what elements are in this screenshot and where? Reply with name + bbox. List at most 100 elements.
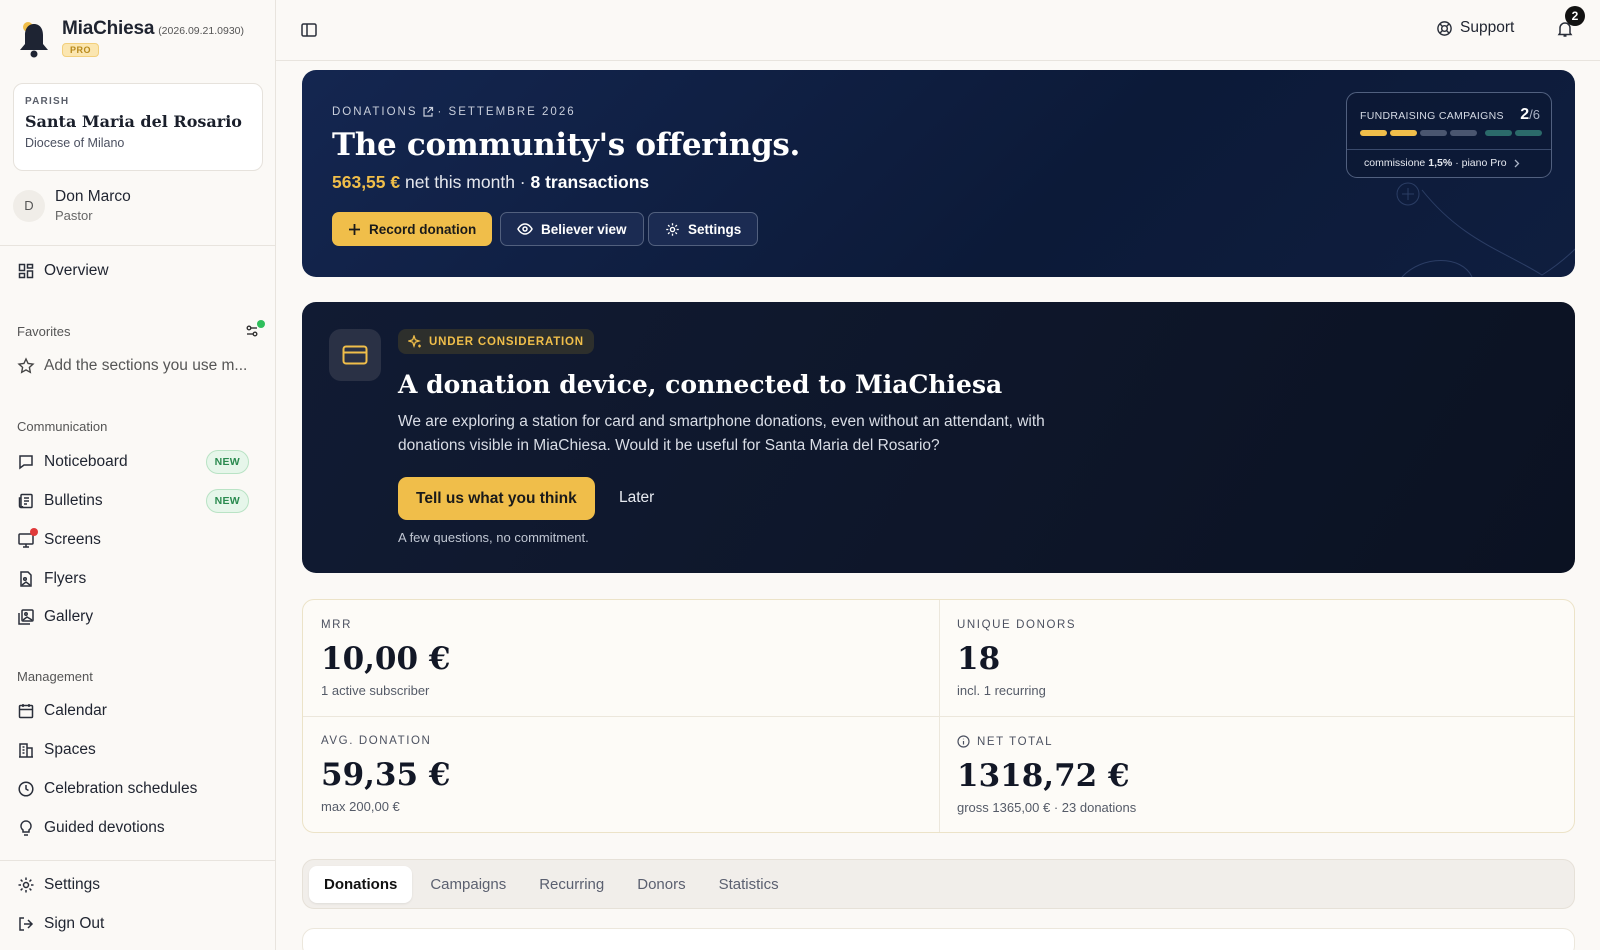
parish-diocese: Diocese of Milano [25,136,125,150]
hero-period: · SETTEMBRE 2026 [437,106,576,118]
notifications-button[interactable]: 2 [1556,6,1585,38]
stat-mrr: MRR 10,00 € 1 active subscriber [303,600,939,717]
campaigns-progress [1360,130,1542,136]
images-icon [17,608,35,626]
believer-view-button[interactable]: Believer view [500,212,644,246]
sidebar: MiaChiesa (2026.09.21.0930) PRO PARISH Sa… [0,0,276,950]
tab-recurring[interactable]: Recurring [524,866,619,903]
user-profile[interactable]: D Don Marco Pastor [13,188,131,223]
app-name: MiaChiesa [62,18,155,39]
tell-us-button[interactable]: Tell us what you think [398,477,595,520]
grid-icon [17,262,35,280]
nav-sign-out-label: Sign Out [44,915,105,932]
tab-campaigns[interactable]: Campaigns [415,866,521,903]
message-icon [17,453,35,471]
nav-gallery-label: Gallery [44,608,94,625]
believer-view-label: Believer view [541,221,627,237]
sidebar-toggle-icon[interactable] [300,21,318,39]
nav-overview[interactable]: Overview [17,259,262,283]
campaign-segment [1420,130,1447,136]
nav-spaces[interactable]: Spaces [17,738,262,762]
net-amount: 563,55 € [332,172,401,192]
stat-net-total: NET TOTAL 1318,72 € gross 1365,00 € · 23… [939,716,1575,833]
info-icon[interactable] [957,735,970,748]
donations-link[interactable]: DONATIONS [332,106,418,118]
nav-settings[interactable]: Settings [17,873,262,897]
nav-overview-label: Overview [44,262,109,279]
commission-value: 1,5% [1428,157,1453,169]
user-name: Don Marco [55,188,131,205]
sparkles-icon [408,334,422,349]
stat-label: UNIQUE DONORS [957,619,1077,631]
newspaper-icon [17,492,35,510]
parish-name: Santa Maria del Rosario [25,112,242,131]
divider [0,860,275,861]
campaign-segment [1515,130,1542,136]
chevron-right-icon [1514,159,1520,168]
stat-value: 18 [957,641,1001,677]
external-link-icon[interactable] [422,106,434,118]
app-version: (2026.09.21.0930) [158,25,245,37]
new-badge: NEW [205,489,249,513]
net-text: net this month · [405,172,526,192]
campaign-segment [1390,130,1417,136]
commission-prefix: commissione [1364,157,1426,169]
later-button[interactable]: Later [619,489,654,507]
nav-calendar[interactable]: Calendar [17,699,262,723]
stat-label: NET TOTAL [977,735,1054,748]
stat-sub: max 200,00 € [321,799,400,814]
nav-noticeboard[interactable]: Noticeboard NEW [17,450,262,474]
campaign-segment [1360,130,1387,136]
stat-label: MRR [321,619,352,631]
nav-guided-devotions-label: Guided devotions [44,819,165,836]
stat-label: AVG. DONATION [321,735,432,747]
campaigns-count: 2 [1520,106,1530,123]
nav-settings-label: Settings [44,876,101,893]
donation-device-banner: UNDER CONSIDERATION A donation device, c… [302,302,1575,573]
record-donation-label: Record donation [369,221,477,237]
banner-note: A few questions, no commitment. [398,530,589,545]
nav-guided-devotions[interactable]: Guided devotions [17,816,262,840]
record-donation-button[interactable]: Record donation [332,212,493,246]
favorites-hint[interactable]: Add the sections you use m... [17,354,262,378]
nav-sign-out[interactable]: Sign Out [17,912,262,936]
stat-unique-donors: UNIQUE DONORS 18 incl. 1 recurring [939,600,1575,717]
file-image-icon [17,570,35,588]
fundraising-campaigns-card[interactable]: FUNDRAISING CAMPAIGNS 2 /6 commissione 1… [1346,92,1552,178]
nav-bulletins-label: Bulletins [44,492,103,509]
nav-gallery[interactable]: Gallery [17,605,262,629]
notification-count-badge: 2 [1565,6,1585,26]
support-button[interactable]: Support [1436,19,1514,37]
hero-settings-button[interactable]: Settings [648,212,759,246]
banner-body: We are exploring a station for card and … [398,410,1045,458]
eye-icon [517,222,533,236]
transactions-count: 8 transactions [530,172,650,192]
banner-body-line1: We are exploring a station for card and … [398,413,1045,430]
plan-badge: PRO [62,43,100,57]
nav-bulletins[interactable]: Bulletins NEW [17,489,262,513]
under-consideration-badge: UNDER CONSIDERATION [398,329,594,354]
star-icon [17,357,35,375]
favorites-settings-icon[interactable] [244,320,265,340]
nav-flyers[interactable]: Flyers [17,567,262,591]
commission-info: commissione 1,5% · piano Pro [1364,157,1520,169]
gear-icon [17,876,35,894]
nav-celebration-schedules[interactable]: Celebration schedules [17,777,262,801]
tab-donors[interactable]: Donors [622,866,700,903]
stat-avg-donation: AVG. DONATION 59,35 € max 200,00 € [303,716,939,833]
banner-body-line2: donations visible in MiaChiesa. Would it… [398,437,940,454]
donations-tabs: Donations Campaigns Recurring Donors Sta… [302,859,1575,909]
communication-label: Communication [17,419,108,434]
calendar-icon [17,702,35,720]
banner-title: A donation device, connected to MiaChies… [398,370,1003,399]
donations-list-panel [302,928,1575,950]
brand[interactable]: MiaChiesa (2026.09.21.0930) PRO [16,18,244,62]
tab-donations[interactable]: Donations [309,865,413,903]
nav-screens[interactable]: Screens [17,528,262,552]
parish-card[interactable]: PARISH Santa Maria del Rosario Diocese o… [13,83,263,171]
tab-statistics[interactable]: Statistics [704,866,794,903]
donations-hero: DONATIONS · SETTEMBRE 2026 The community… [302,70,1575,277]
bell-logo-icon [16,18,52,62]
plus-icon [348,223,361,236]
top-bar: Support 2 [276,0,1600,61]
